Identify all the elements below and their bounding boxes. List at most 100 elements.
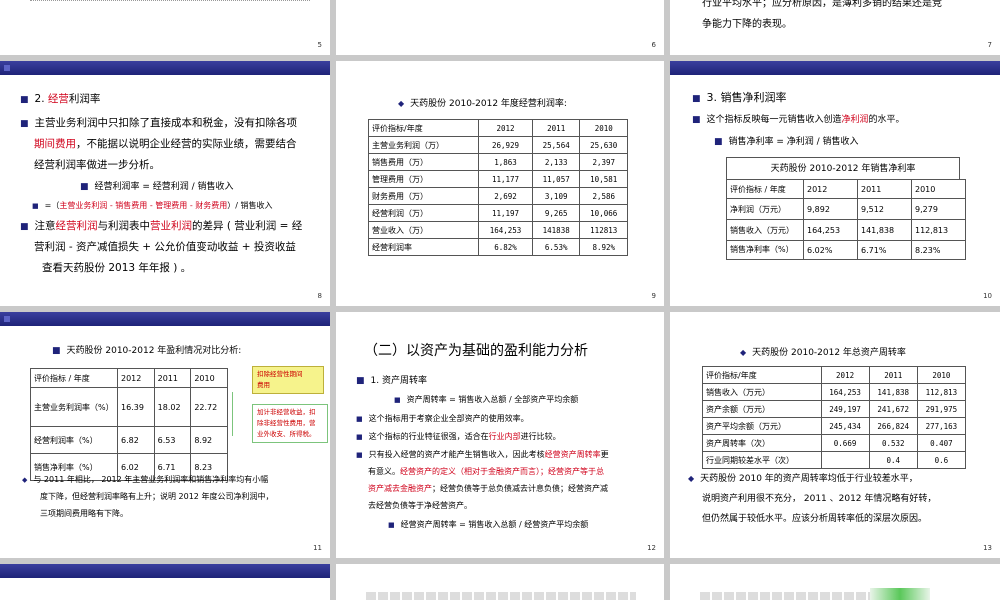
cell: 资产余额（万元） <box>702 400 822 418</box>
cell: 6.02% <box>803 240 858 260</box>
slide-title: 天药股份 2010-2012 年总资产周转率 <box>752 348 906 358</box>
table-row: 资产周转率（次） 0.669 0.532 0.407 <box>702 434 967 452</box>
cell: 0.6 <box>916 451 967 469</box>
cell: 8.92% <box>579 238 628 256</box>
cell: 2,397 <box>579 153 628 171</box>
cell: 资产平均余额（万元） <box>702 417 822 435</box>
cell: 6.82 <box>117 426 155 454</box>
slide-10[interactable]: ■ 3. 销售净利润率 ■ 这个指标反映每一元销售收入创造净利润的水平。 ■ 销售净利… <box>670 61 1000 306</box>
cell: 8.92 <box>190 426 228 454</box>
table-header-row: 评价指标/年度 2012 2011 2010 <box>702 366 967 384</box>
slide-11[interactable]: ■ 天药股份 2010-2012 年盈利情况对比分析: 评价指标 / 年度 2012… <box>0 312 330 558</box>
callout-note: 扣除经营性期间 费用 <box>252 366 324 394</box>
slide-7[interactable]: 行业平均水平；应分析原因，是薄利多销的结果还是竞 争能力下降的表现。 7 <box>670 0 1000 55</box>
slide-14[interactable] <box>0 564 330 600</box>
slide-12[interactable]: （二）以资产为基础的盈利能力分析 ■ 1. 资产周转率 ■ 资产周转率 = 销售收入… <box>336 312 664 558</box>
cell: 8.23% <box>911 240 966 260</box>
cell: 0.4 <box>868 451 918 469</box>
bullet-icon: ■ <box>20 222 29 232</box>
diamond-icon: ◆ <box>398 99 405 108</box>
red-text: 经营利润 <box>55 220 98 232</box>
page-number: 13 <box>983 544 992 552</box>
formula: 销售净利率 = 净利润 / 销售收入 <box>728 137 859 147</box>
note-line: 加计非经营收益，扣 <box>257 408 316 416</box>
cell: 11,057 <box>531 170 581 188</box>
note-line: 业外收支、所得税。 <box>257 430 316 438</box>
red-text: 期间费用 <box>34 138 76 150</box>
paragraph-line: 查看天药股份 2013 年年报 ) 。 <box>42 262 192 274</box>
cell: 3,109 <box>531 187 581 205</box>
text: 更 <box>600 450 609 459</box>
title-bar <box>670 61 1000 75</box>
slide-6[interactable]: 6 <box>336 0 664 55</box>
slide-15[interactable] <box>336 564 664 600</box>
heading: 1. 资产周转率 <box>370 376 427 386</box>
net-margin-table: 评价指标 / 年度 2012 2011 2010 净利润（万元） 9,892 9,512 9… <box>726 179 966 260</box>
cell: 141,838 <box>868 383 918 401</box>
table-header-row: 评价指标 / 年度 2012 2011 2010 <box>30 368 228 388</box>
text: 有意义。 <box>368 467 400 476</box>
table-row: 财务费用（万） 2,692 3,109 2,586 <box>367 187 628 205</box>
table-row: 销售收入（万元） 164,253 141,838 112,813 <box>702 383 967 401</box>
cut-text <box>366 592 636 600</box>
text: 进行比较。 <box>520 432 561 441</box>
header-cell: 2011 <box>868 366 918 384</box>
cell: 行业同期较差水平（次） <box>702 451 822 469</box>
header-cell: 2010 <box>916 366 967 384</box>
slide-title: 天药股份 2010-2012 年度经营利润率: <box>410 99 567 109</box>
deco-square <box>4 65 10 71</box>
slide-9[interactable]: ◆ 天药股份 2010-2012 年度经营利润率: 评价指标/年度 2012 20… <box>336 61 664 306</box>
heading: 3. 销售净利润率 <box>706 91 787 104</box>
page-number: 6 <box>651 41 656 49</box>
slide-title: （二）以资产为基础的盈利能力分析 <box>364 343 588 359</box>
formula: 经营资产周转率 = 销售收入总额 / 经营资产平均余额 <box>400 520 589 529</box>
text: 这个指标反映每一元销售收入创造 <box>706 115 842 125</box>
formula-part: =（ <box>44 201 60 210</box>
cell: 25,630 <box>579 136 628 154</box>
header-cell: 2010 <box>911 179 966 199</box>
bullet-icon: ■ <box>692 94 701 104</box>
cell: 141838 <box>531 221 581 239</box>
cell: 管理费用（万） <box>367 170 480 188</box>
cell: 22.72 <box>190 387 228 427</box>
cell: 销售收入（万元） <box>702 383 822 401</box>
slide-5[interactable]: 5 <box>0 0 330 55</box>
header-cell: 评价指标/年度 <box>367 119 480 137</box>
cell: 245,434 <box>820 417 870 435</box>
cell: 2,133 <box>531 153 581 171</box>
page-number: 5 <box>317 41 322 49</box>
heading-text: 利润率 <box>68 93 101 105</box>
bullet-icon: ■ <box>388 521 395 529</box>
cell: 2,586 <box>579 187 628 205</box>
page-number: 10 <box>983 292 992 300</box>
note-line: 除非经营性费用，营 <box>257 419 316 427</box>
header-cell: 2012 <box>117 368 155 388</box>
note-line: 费用 <box>257 381 270 389</box>
cell: 经营利润率（%） <box>30 426 118 454</box>
page-number: 8 <box>317 292 322 300</box>
slide-13[interactable]: ◆ 天药股份 2010-2012 年总资产周转率 评价指标/年度 2012 2011 2… <box>670 312 1000 558</box>
cell: 26,929 <box>478 136 533 154</box>
table-header-row: 评价指标 / 年度 2012 2011 2010 <box>726 179 966 199</box>
cell: 净利润（万元） <box>726 198 804 220</box>
header-cell: 评价指标/年度 <box>702 366 822 384</box>
cell: 财务费用（万） <box>367 187 480 205</box>
note-line: 扣除经营性期间 <box>257 370 303 378</box>
cut-text <box>700 592 870 600</box>
formula-part: ）/ 销售收入 <box>227 201 273 210</box>
header-cell: 2011 <box>531 119 581 137</box>
text: 这个指标的行业特征很强，适合在 <box>368 432 489 441</box>
text-line: 行业平均水平；应分析原因，是薄利多销的结果还是竞 <box>702 0 942 9</box>
table-row: 主营业务利润率（%） 16.39 18.02 22.72 <box>30 387 228 427</box>
cell: 9,279 <box>911 198 966 220</box>
page-number: 9 <box>651 292 656 300</box>
table-row: 销售收入（万元） 164,253 141,838 112,813 <box>726 219 966 241</box>
cell: 6.82% <box>478 238 533 256</box>
slide-8[interactable]: ■ 2. 经营利润率 ■ 主营业务利润中只扣除了直接成本和税金，没有扣除各项 期间费… <box>0 61 330 306</box>
header-cell: 2011 <box>153 368 192 388</box>
cell: 11,177 <box>478 170 533 188</box>
conclusion-line: 三项期间费用略有下降。 <box>40 509 128 518</box>
table-row: 经营利润率 6.82% 6.53% 8.92% <box>367 238 628 256</box>
slide-16[interactable] <box>670 564 1000 600</box>
bullet-icon: ■ <box>356 376 365 386</box>
